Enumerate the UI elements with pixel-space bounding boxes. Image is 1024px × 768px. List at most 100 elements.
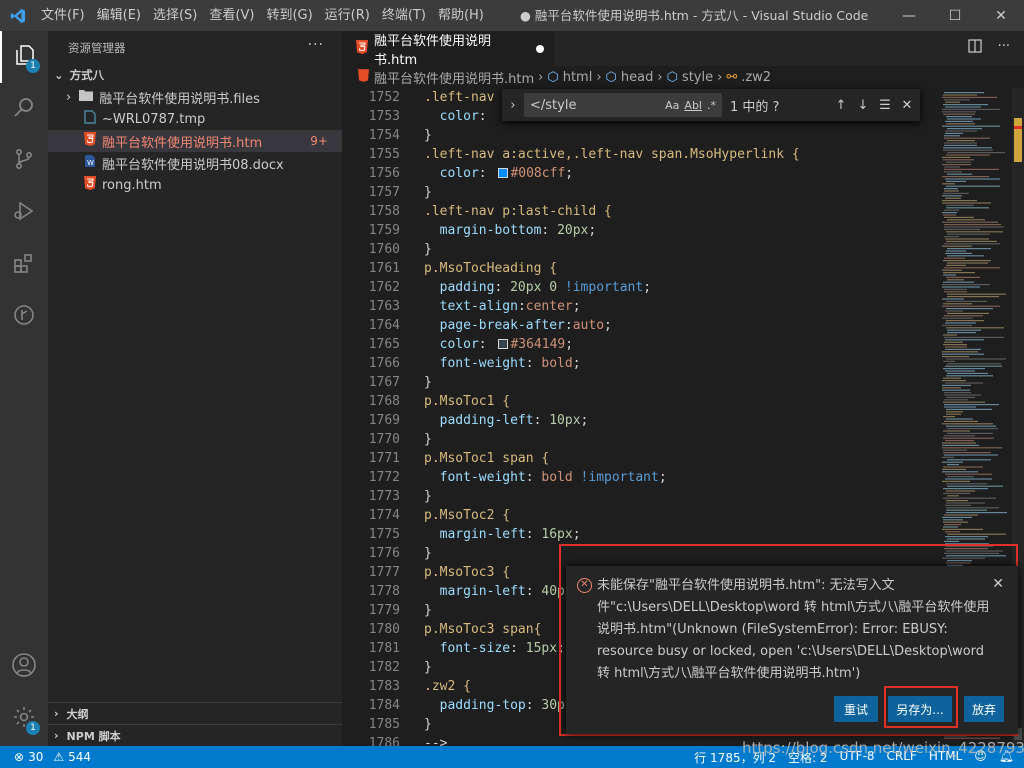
find-input[interactable]: </style Aa Abl .* xyxy=(524,93,722,117)
minimap-line xyxy=(945,370,975,372)
code-line[interactable]: 1769 padding-left: 10px; xyxy=(342,411,940,430)
minimap-line xyxy=(946,276,980,278)
match-case-button[interactable]: Aa xyxy=(665,99,679,112)
breadcrumb-style[interactable]: style xyxy=(682,70,713,85)
tree-item-tmp[interactable]: ~WRL0787.tmp xyxy=(48,108,342,130)
menu-help[interactable]: 帮助(H) xyxy=(432,0,490,31)
previous-match-icon[interactable]: ↑ xyxy=(830,98,852,113)
npm-scripts-section[interactable]: › NPM 脚本 xyxy=(48,724,342,746)
close-find-icon[interactable]: ✕ xyxy=(896,98,918,113)
minimize-button[interactable]: — xyxy=(886,0,932,31)
remote-button[interactable] xyxy=(0,291,48,343)
code-line[interactable]: 1757} xyxy=(342,183,940,202)
code-line[interactable]: 1755 .left-nav a:active,.left-nav span.Ms… xyxy=(342,145,940,164)
minimap-line xyxy=(944,92,984,94)
minimap-line xyxy=(946,500,968,502)
minimap-line xyxy=(942,389,970,391)
minimap-line xyxy=(945,252,972,254)
find-in-selection-icon[interactable]: ☰ xyxy=(874,98,896,113)
extensions-button[interactable] xyxy=(0,239,48,291)
match-count: 1 中的 ? xyxy=(730,99,780,115)
code-line[interactable]: 1770} xyxy=(342,430,940,449)
unsaved-dot-icon[interactable] xyxy=(536,44,544,53)
problems-indicator[interactable]: ⊗ 30 ⚠ 544 xyxy=(0,750,91,764)
tree-item-docx[interactable]: W 融平台软件使用说明书08.docx xyxy=(48,152,342,174)
code-line[interactable]: 1756 color: #008cff; xyxy=(342,164,940,183)
menu-edit[interactable]: 编辑(E) xyxy=(91,0,147,31)
menu-terminal[interactable]: 终端(T) xyxy=(376,0,432,31)
search-button[interactable] xyxy=(0,83,48,135)
code-line[interactable]: 1771 p.MsoToc1 span { xyxy=(342,449,940,468)
code-line[interactable]: 1774 p.MsoToc2 { xyxy=(342,506,940,525)
line-text: } xyxy=(424,546,432,561)
code-line[interactable]: 1765 color: #364149; xyxy=(342,335,940,354)
tree-item-htm[interactable]: 融平台软件使用说明书.htm 9+ xyxy=(48,130,342,152)
more-actions-icon[interactable]: ··· xyxy=(308,37,324,53)
code-line[interactable]: 1775 margin-left: 16px; xyxy=(342,525,940,544)
code-line[interactable]: 1754} xyxy=(342,126,940,145)
minimap-line xyxy=(942,317,973,319)
menu-selection[interactable]: 选择(S) xyxy=(147,0,203,31)
code-line[interactable]: 1759 margin-bottom: 20px; xyxy=(342,221,940,240)
code-line[interactable]: 1768 p.MsoToc1 { xyxy=(342,392,940,411)
breadcrumb-zw2[interactable]: .zw2 xyxy=(741,70,771,85)
menu-file[interactable]: 文件(F) xyxy=(35,0,91,31)
line-text: text-align:center; xyxy=(439,299,581,314)
code-line[interactable]: 1766 font-weight: bold; xyxy=(342,354,940,373)
breadcrumb-file[interactable]: 融平台软件使用说明书.htm xyxy=(374,68,534,87)
next-match-icon[interactable]: ↓ xyxy=(852,98,874,113)
minimap-line xyxy=(945,365,1002,367)
tree-item-rong[interactable]: rong.htm xyxy=(48,174,342,196)
minimap-line xyxy=(947,296,999,298)
code-line[interactable]: 1772 font-weight: bold !important; xyxy=(342,468,940,487)
run-debug-button[interactable] xyxy=(0,187,48,239)
code-line[interactable]: 1767} xyxy=(342,373,940,392)
source-control-button[interactable] xyxy=(0,135,48,187)
line-number: 1760 xyxy=(368,242,400,257)
code-line[interactable]: 1764 page-break-after:auto; xyxy=(342,316,940,335)
minimap-line xyxy=(943,147,992,149)
code-line[interactable]: 1758 .left-nav p:last-child { xyxy=(342,202,940,221)
line-text: .left-nav xyxy=(424,90,503,105)
split-editor-icon[interactable] xyxy=(967,39,982,57)
menu-view[interactable]: 查看(V) xyxy=(203,0,260,31)
retry-button[interactable]: 重试 xyxy=(834,696,878,722)
line-number: 1775 xyxy=(368,527,400,542)
accounts-button[interactable] xyxy=(0,641,48,693)
maximize-button[interactable]: ☐ xyxy=(932,0,978,31)
minimap-line xyxy=(943,449,967,451)
minimap-line xyxy=(942,125,1000,127)
breadcrumb: 融平台软件使用说明书.htm › ⬡ html › ⬡ head › ⬡ sty… xyxy=(342,66,1024,88)
breadcrumb-html[interactable]: html xyxy=(563,70,593,85)
menu-go[interactable]: 转到(G) xyxy=(260,0,318,31)
code-line[interactable]: 1761 p.MsoTocHeading { xyxy=(342,259,940,278)
breadcrumb-head[interactable]: head xyxy=(621,70,653,85)
line-text: } xyxy=(424,185,432,200)
regex-button[interactable]: .* xyxy=(707,99,716,112)
close-notification-icon[interactable]: ✕ xyxy=(992,576,1004,592)
tab-htm-file[interactable]: 融平台软件使用说明书.htm xyxy=(342,31,554,68)
explorer-badge: 1 xyxy=(26,59,40,73)
more-actions-icon[interactable]: ··· xyxy=(998,39,1010,57)
workspace-folder[interactable]: ⌄ 方式八 xyxy=(48,64,342,86)
code-line[interactable]: 1762 padding: 20px 0 !important; xyxy=(342,278,940,297)
minimap-line xyxy=(945,120,973,122)
minimap-line xyxy=(946,231,1003,233)
highlight-outline xyxy=(884,686,958,728)
minimap-line xyxy=(947,219,985,221)
tree-item-files-folder[interactable]: › 融平台软件使用说明书.files xyxy=(48,86,342,108)
code-line[interactable]: 1760} xyxy=(342,240,940,259)
menu-run[interactable]: 运行(R) xyxy=(319,0,376,31)
error-icon: ⊗ xyxy=(14,750,25,764)
manage-button[interactable]: 1 xyxy=(0,693,48,745)
outline-section[interactable]: › 大纲 xyxy=(48,702,342,724)
explorer-button[interactable]: 1 xyxy=(0,31,48,83)
code-line[interactable]: 1763 text-align:center; xyxy=(342,297,940,316)
discard-button[interactable]: 放弃 xyxy=(964,696,1004,722)
whole-word-button[interactable]: Abl xyxy=(684,99,702,112)
close-window-button[interactable]: ✕ xyxy=(978,0,1024,31)
code-line[interactable]: 1773} xyxy=(342,487,940,506)
toggle-replace-icon[interactable]: › xyxy=(502,98,524,113)
line-number: 1770 xyxy=(368,432,400,447)
minimap-line xyxy=(944,514,978,516)
